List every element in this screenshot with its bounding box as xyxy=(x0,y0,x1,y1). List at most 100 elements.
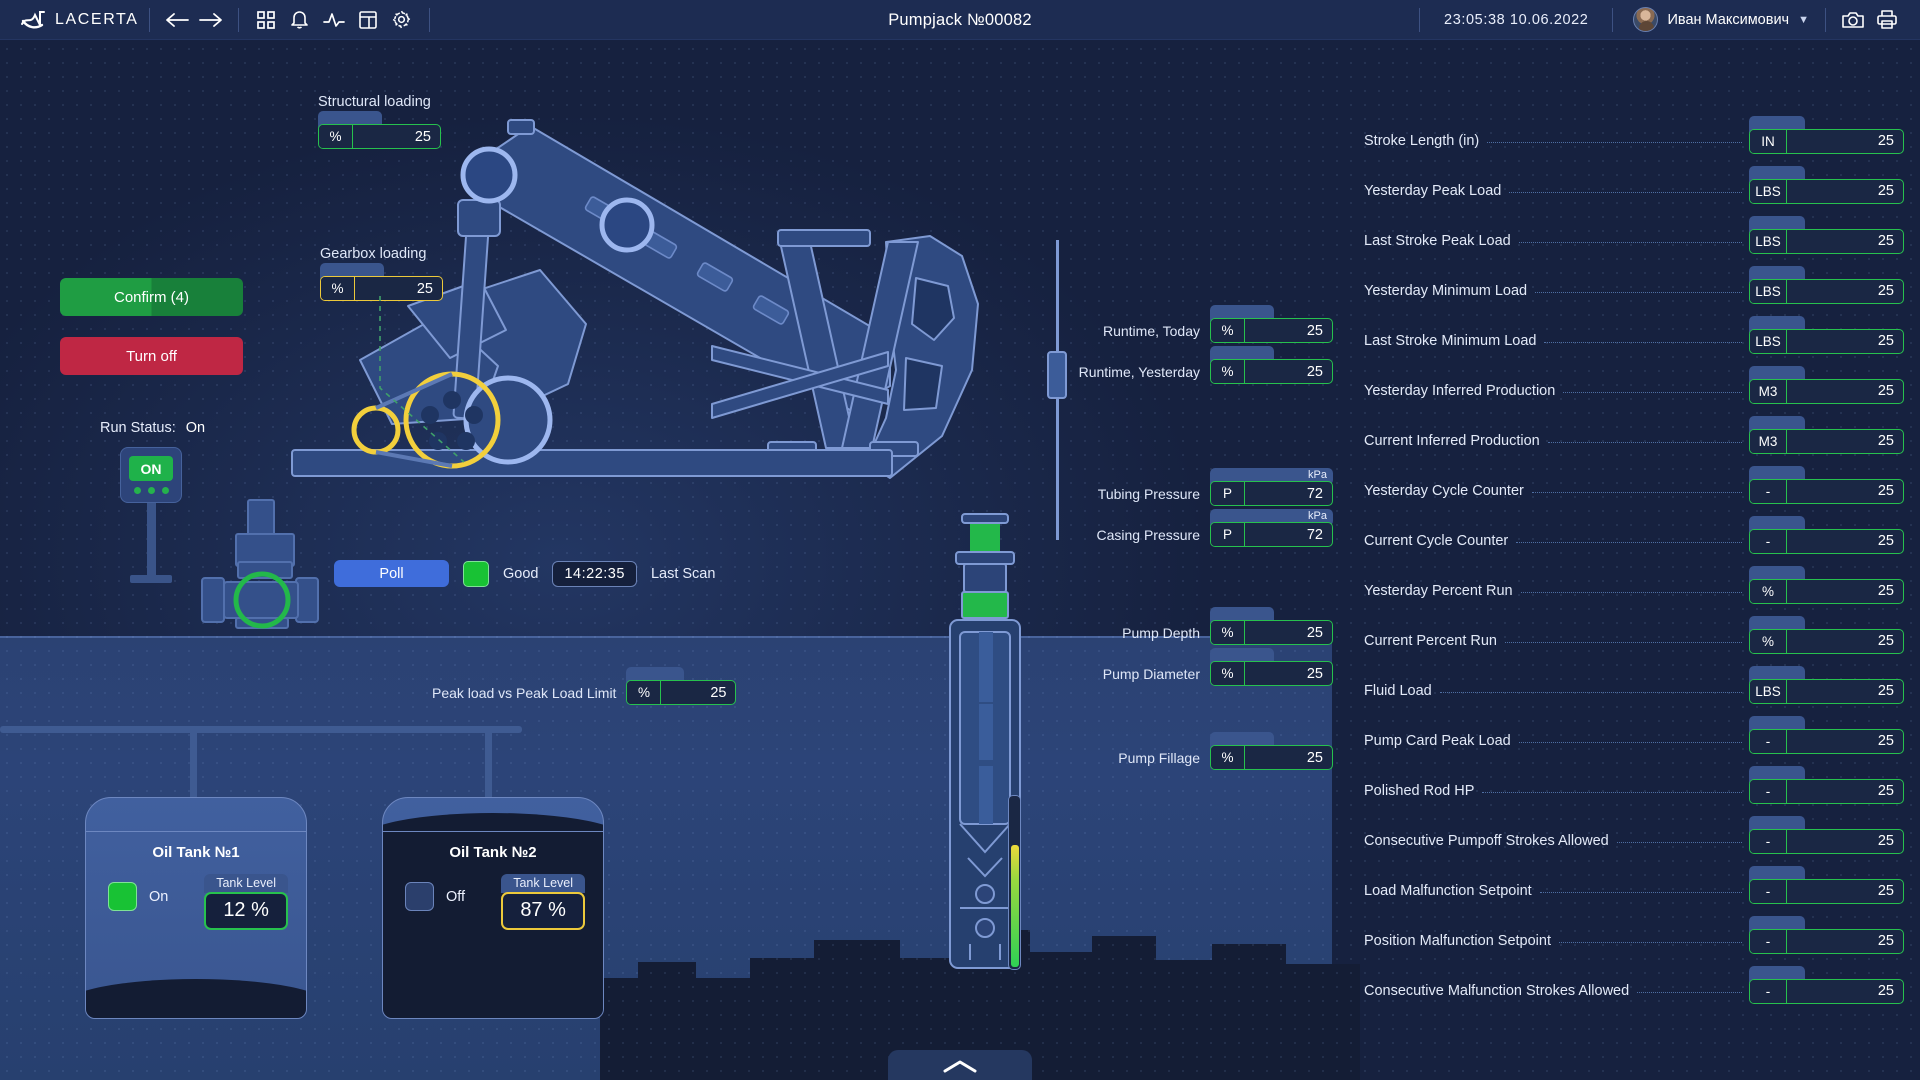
unit-label: % xyxy=(1211,621,1245,644)
tank-level-readout: Tank Level 12 % xyxy=(204,874,288,930)
structural-loading-value[interactable]: % 25 xyxy=(318,124,441,149)
oil-tank: Oil Tank №2 Off Tank Level 87 % xyxy=(382,797,604,1019)
parameter-label: Last Stroke Peak Load xyxy=(1364,233,1511,249)
gearbox-loading-value[interactable]: % 25 xyxy=(320,276,443,301)
unit-label: % xyxy=(1211,360,1245,383)
center-gauge-label: Tubing Pressure xyxy=(1097,485,1200,502)
on-indicator-box[interactable]: ON xyxy=(120,447,182,503)
center-gauge-value[interactable]: % 25 xyxy=(1210,745,1333,770)
poll-button[interactable]: Poll xyxy=(334,560,449,587)
parameter-value[interactable]: M3 25 xyxy=(1749,378,1904,404)
tank-liquid xyxy=(86,979,306,1018)
tank-level-value[interactable]: 12 % xyxy=(204,892,288,930)
parameter-value[interactable]: - 25 xyxy=(1749,728,1904,754)
center-gauge-value[interactable]: % 25 xyxy=(1210,318,1333,343)
run-status-label: Run Status: xyxy=(100,420,176,436)
center-gauge-value[interactable]: P 72 xyxy=(1210,522,1333,547)
grid-icon[interactable] xyxy=(249,6,283,34)
value-text: 25 xyxy=(1877,783,1894,799)
leader-dots xyxy=(1563,391,1742,393)
peak-load-row: Peak load vs Peak Load Limit % 25 xyxy=(432,667,737,705)
back-arrow-icon[interactable] xyxy=(160,6,194,34)
user-name: Иван Максимович xyxy=(1667,11,1790,28)
parameter-row: Polished Rod HP - 25 xyxy=(1364,765,1904,816)
unit-label: - xyxy=(1750,529,1787,553)
leader-dots xyxy=(1504,641,1742,643)
indicator-pole xyxy=(146,503,156,575)
parameter-value[interactable]: - 25 xyxy=(1749,528,1904,554)
divider xyxy=(1419,7,1421,32)
tank-state-label: On xyxy=(149,888,169,905)
parameter-label: Stroke Length (in) xyxy=(1364,133,1480,149)
parameter-value[interactable]: % 25 xyxy=(1749,578,1904,604)
parameter-value[interactable]: - 25 xyxy=(1749,928,1904,954)
parameter-label: Consecutive Pumpoff Strokes Allowed xyxy=(1364,833,1609,849)
parameter-value[interactable]: - 25 xyxy=(1749,878,1904,904)
camera-icon[interactable] xyxy=(1836,6,1870,34)
parameter-value[interactable]: - 25 xyxy=(1749,478,1904,504)
value-text: 25 xyxy=(1877,233,1894,249)
tank-state-indicator[interactable] xyxy=(108,882,137,911)
peak-load-label: Peak load vs Peak Load Limit xyxy=(432,684,617,701)
parameter-value[interactable]: M3 25 xyxy=(1749,428,1904,454)
pipe-vert-tank1 xyxy=(190,726,197,798)
parameter-value[interactable]: IN 25 xyxy=(1749,128,1904,154)
collapse-panel-button[interactable] xyxy=(888,1050,1032,1080)
unit-label: % xyxy=(1211,746,1245,769)
parameter-value[interactable]: LBS 25 xyxy=(1749,678,1904,704)
value-text: 72 xyxy=(1306,526,1323,543)
center-gauge-value[interactable]: % 25 xyxy=(1210,359,1333,384)
leader-dots xyxy=(1439,691,1742,693)
parameter-row: Consecutive Malfunction Strokes Allowed -… xyxy=(1364,965,1904,1016)
value-text: 25 xyxy=(1306,322,1323,339)
tank-state-indicator[interactable] xyxy=(405,882,434,911)
structural-loading-title: Structural loading xyxy=(318,94,431,110)
center-gauge-value[interactable]: % 25 xyxy=(1210,661,1333,686)
center-gauge-value[interactable]: P 72 xyxy=(1210,481,1333,506)
gearbox-loading-title: Gearbox loading xyxy=(320,246,427,262)
poll-bar: Poll Good 14:22:35 Last Scan xyxy=(334,560,715,587)
dashboard-root: LACERTA Pumpjack №00082 23:05:38 10.06.2… xyxy=(0,0,1920,1080)
parameter-value[interactable]: - 25 xyxy=(1749,978,1904,1004)
parameter-list: Stroke Length (in) IN 25 Yesterday Peak Loa… xyxy=(1364,115,1904,1016)
center-gauge-value[interactable]: % 25 xyxy=(1210,620,1333,645)
pulse-icon[interactable] xyxy=(317,6,351,34)
quality-label: Good xyxy=(503,565,539,582)
turn-off-button[interactable]: Turn off xyxy=(60,337,243,375)
brand[interactable]: LACERTA xyxy=(0,9,139,31)
parameter-label: Yesterday Percent Run xyxy=(1364,583,1513,599)
tank-level-value[interactable]: 87 % xyxy=(501,892,585,930)
bell-icon[interactable] xyxy=(283,6,317,34)
parameter-value[interactable]: LBS 25 xyxy=(1749,228,1904,254)
forward-arrow-icon[interactable] xyxy=(194,6,228,34)
tank-level-readout: Tank Level 87 % xyxy=(501,874,585,930)
user-menu[interactable]: Иван Максимович ▼ xyxy=(1623,7,1815,32)
parameter-row: Pump Card Peak Load - 25 xyxy=(1364,715,1904,766)
on-led-label: ON xyxy=(129,456,173,481)
parameter-label: Last Stroke Minimum Load xyxy=(1364,333,1537,349)
peak-load-value[interactable]: % 25 xyxy=(626,680,737,705)
gear-icon[interactable] xyxy=(385,6,419,34)
parameter-row: Current Inferred Production M3 25 xyxy=(1364,415,1904,466)
parameter-value[interactable]: LBS 25 xyxy=(1749,328,1904,354)
table-icon[interactable] xyxy=(351,6,385,34)
unit-label: LBS xyxy=(1750,329,1787,353)
parameter-value[interactable]: LBS 25 xyxy=(1749,178,1904,204)
confirm-button[interactable]: Confirm (4) xyxy=(60,278,243,316)
value-text: 25 xyxy=(1877,433,1894,449)
parameter-value[interactable]: - 25 xyxy=(1749,828,1904,854)
value-text: 25 xyxy=(1877,483,1894,499)
unit-label: - xyxy=(1750,879,1787,903)
parameter-label: Current Inferred Production xyxy=(1364,433,1540,449)
parameter-row: Last Stroke Peak Load LBS 25 xyxy=(1364,215,1904,266)
unit-label: % xyxy=(1211,662,1245,685)
value-text: 25 xyxy=(1877,983,1894,999)
tank-cap xyxy=(383,798,603,832)
parameter-value[interactable]: - 25 xyxy=(1749,778,1904,804)
leader-dots xyxy=(1531,491,1742,493)
parameter-value[interactable]: LBS 25 xyxy=(1749,278,1904,304)
print-icon[interactable] xyxy=(1870,6,1904,34)
value-text: 25 xyxy=(710,684,727,701)
parameter-value[interactable]: % 25 xyxy=(1749,628,1904,654)
value-text: 25 xyxy=(1306,624,1323,641)
